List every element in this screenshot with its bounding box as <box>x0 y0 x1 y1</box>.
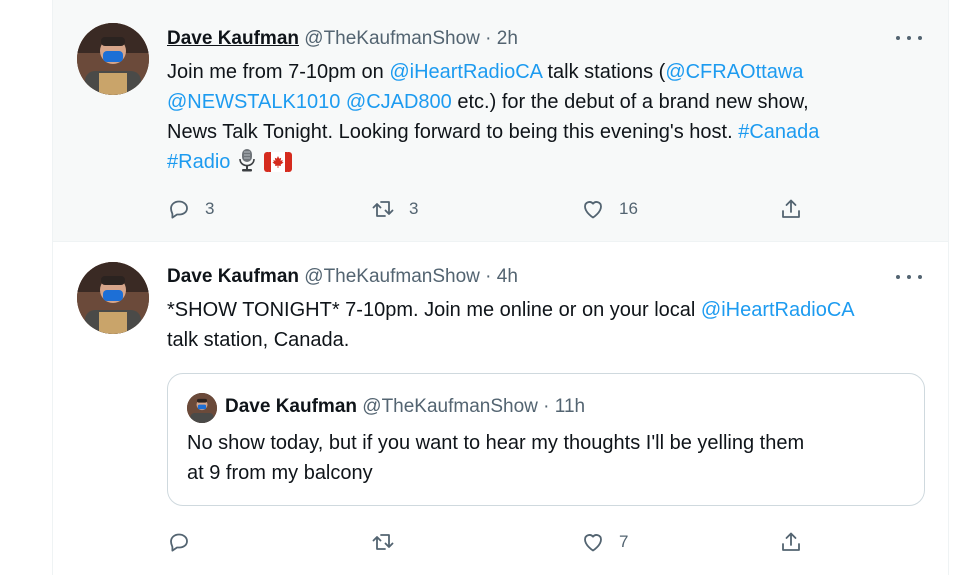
author-handle[interactable]: @TheKaufmanShow <box>304 266 480 287</box>
reply-icon <box>170 200 188 219</box>
separator: · <box>543 396 550 417</box>
author-name[interactable]: Dave Kaufman <box>167 266 299 287</box>
timestamp[interactable]: 4h <box>497 266 518 287</box>
tweet-actions: 3 3 16 <box>167 197 817 225</box>
separator: · <box>485 28 492 49</box>
retweet-icon <box>372 201 394 217</box>
timeline: Dave Kaufman @TheKaufmanShow · 2h Join m… <box>52 0 949 575</box>
tweet-link[interactable]: #Radio <box>167 151 230 173</box>
author-name[interactable]: Dave Kaufman <box>167 28 299 49</box>
tweet-link[interactable]: @iHeartRadioCA <box>701 299 855 321</box>
avatar <box>187 393 217 423</box>
share-button[interactable] <box>779 197 803 221</box>
tweet-link[interactable]: @CFRAOttawa <box>665 61 803 83</box>
separator: · <box>485 266 492 287</box>
more-icon[interactable] <box>896 267 922 287</box>
like-count: 16 <box>619 199 638 218</box>
share-icon <box>782 199 800 218</box>
tweet-text-segment: News Talk Tonight. Looking forward to be… <box>167 121 739 143</box>
like-count: 7 <box>619 532 629 551</box>
reply-button[interactable] <box>167 530 205 554</box>
quoted-tweet[interactable]: Dave Kaufman @TheKaufmanShow · 11h No sh… <box>167 373 925 506</box>
tweet-text-segment: talk station, Canada. <box>167 329 350 351</box>
microphone-emoji <box>239 149 256 172</box>
avatar-photo <box>77 262 149 334</box>
like-button[interactable]: 16 <box>581 197 638 221</box>
tweet-text: Join me from 7-10pm on @iHeartRadioCA ta… <box>167 57 927 177</box>
quoted-author-handle: @TheKaufmanShow <box>362 396 538 417</box>
quoted-text-line: No show today, but if you want to hear m… <box>187 432 805 454</box>
more-icon[interactable] <box>896 28 922 48</box>
tweet-header: Dave Kaufman @TheKaufmanShow · 4h <box>167 264 518 290</box>
canada-flag-emoji <box>264 152 293 172</box>
author-handle[interactable]: @TheKaufmanShow <box>304 28 480 49</box>
reply-button[interactable]: 3 <box>167 197 214 221</box>
tweet-link[interactable]: @CJAD800 <box>346 91 452 113</box>
quoted-text-line: at 9 from my balcony <box>187 462 373 484</box>
retweet-icon <box>372 534 394 550</box>
reply-icon <box>170 533 188 552</box>
like-button[interactable]: 7 <box>581 530 628 554</box>
avatar-photo <box>77 23 149 95</box>
tweet-2[interactable]: Dave Kaufman @TheKaufmanShow · 4h *SHOW … <box>53 242 948 575</box>
avatar-photo <box>187 393 217 423</box>
heart-icon <box>584 201 602 219</box>
retweet-button[interactable]: 3 <box>371 197 418 221</box>
quoted-timestamp: 11h <box>554 396 586 417</box>
tweet-link[interactable]: @iHeartRadioCA <box>389 61 542 83</box>
retweet-button[interactable] <box>371 530 409 554</box>
tweet-text: *SHOW TONIGHT* 7-10pm. Join me online or… <box>167 295 927 355</box>
tweet-actions: 7 <box>167 530 817 558</box>
tweet-text-segment: talk stations ( <box>541 61 666 83</box>
tweet-text-segment: Join me from 7-10pm on <box>167 61 390 83</box>
tweet-link[interactable]: #Canada <box>738 121 819 143</box>
share-icon <box>782 532 800 551</box>
avatar[interactable] <box>77 262 149 334</box>
tweet-header: Dave Kaufman @TheKaufmanShow · 2h <box>167 26 518 52</box>
quoted-text: No show today, but if you want to hear m… <box>187 428 907 488</box>
tweet-text-segment: etc.) for the debut of a brand new show, <box>451 91 809 113</box>
quoted-header: Dave Kaufman @TheKaufmanShow · 11h <box>225 394 585 420</box>
tweet-link[interactable]: @NEWSTALK1010 <box>167 91 340 113</box>
tweet-1[interactable]: Dave Kaufman @TheKaufmanShow · 2h Join m… <box>53 0 948 242</box>
avatar[interactable] <box>77 23 149 95</box>
retweet-count: 3 <box>409 199 419 218</box>
heart-icon <box>584 534 602 552</box>
quoted-author-name: Dave Kaufman <box>225 396 357 417</box>
tweet-text-segment: *SHOW TONIGHT* 7-10pm. Join me online or… <box>167 299 701 321</box>
share-button[interactable] <box>779 530 803 554</box>
reply-count: 3 <box>205 199 215 218</box>
timestamp[interactable]: 2h <box>497 28 518 49</box>
